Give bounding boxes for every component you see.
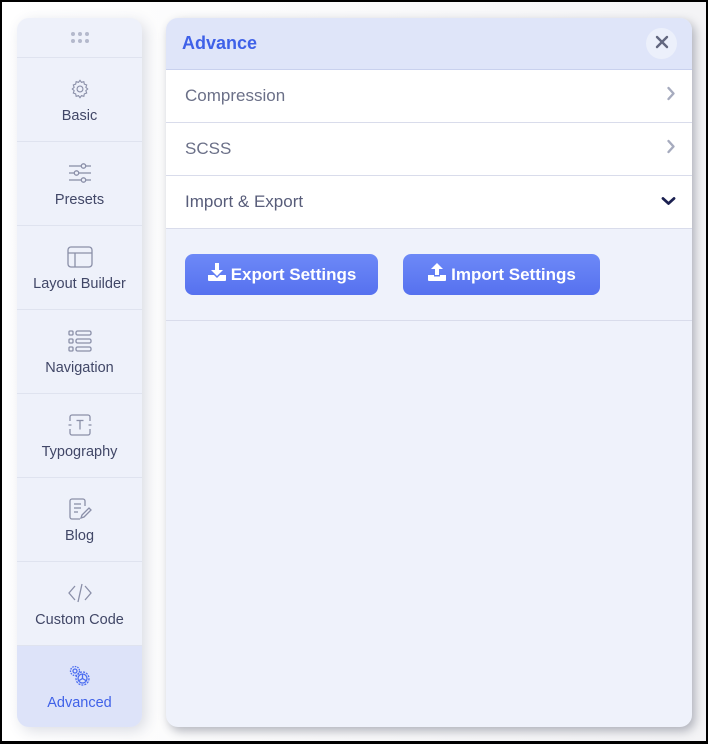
panel-header: Advance [166,18,692,70]
import-settings-button[interactable]: Import Settings [403,254,600,295]
gears-icon [67,663,93,689]
close-button[interactable] [646,28,677,59]
close-icon [655,35,669,52]
accordion-scss[interactable]: SCSS [166,123,692,176]
sidebar-item-label: Layout Builder [33,275,126,292]
sidebar-item-label: Advanced [47,694,112,711]
sidebar-item-label: Presets [54,191,105,208]
accordion-label: Compression [185,86,286,105]
layout-icon [66,244,93,270]
accordion-label: Import & Export [185,192,304,211]
text-box-icon [67,412,93,438]
advance-panel: Advance Compression SCSS Import & Export [166,18,692,727]
drag-dots-icon [70,32,89,43]
export-settings-button[interactable]: Export Settings [185,254,378,295]
sidebar-item-typography[interactable]: Typography [17,394,142,478]
sidebar-item-presets[interactable]: Presets [17,142,142,226]
accordion-label: SCSS [185,139,232,158]
import-settings-label: Import Settings [451,264,576,284]
sidebar-item-label: Navigation [45,359,114,376]
sidebar-item-basic[interactable]: Basic [17,58,142,142]
upload-icon [427,263,447,286]
sidebar-item-blog[interactable]: Blog [17,478,142,562]
sliders-icon [67,160,93,186]
sidebar-item-label: Custom Code [35,611,124,628]
sidebar-item-advanced[interactable]: Advanced [17,646,142,727]
sidebar-item-custom-code[interactable]: Custom Code [17,562,142,646]
code-icon [67,580,93,606]
list-icon [67,328,93,354]
document-edit-icon [67,496,93,522]
drag-handle[interactable] [17,18,142,58]
accordion-compression[interactable]: Compression [166,70,692,123]
sidebar: Basic Presets Layout Builder Navigation … [17,18,142,727]
sidebar-item-label: Blog [64,527,95,544]
sidebar-item-navigation[interactable]: Navigation [17,310,142,394]
panel-title: Advance [182,33,258,53]
chevron-right-icon [666,86,676,106]
download-icon [207,263,227,286]
import-export-content: Export Settings Import Settings [166,229,692,321]
sidebar-item-label: Typography [41,443,118,460]
export-settings-label: Export Settings [230,264,357,284]
accordion-import-export[interactable]: Import & Export [166,176,692,229]
sidebar-item-label: Basic [61,107,98,124]
chevron-down-icon [661,193,676,211]
gear-icon [67,76,93,102]
sidebar-item-layout-builder[interactable]: Layout Builder [17,226,142,310]
chevron-right-icon [666,139,676,159]
